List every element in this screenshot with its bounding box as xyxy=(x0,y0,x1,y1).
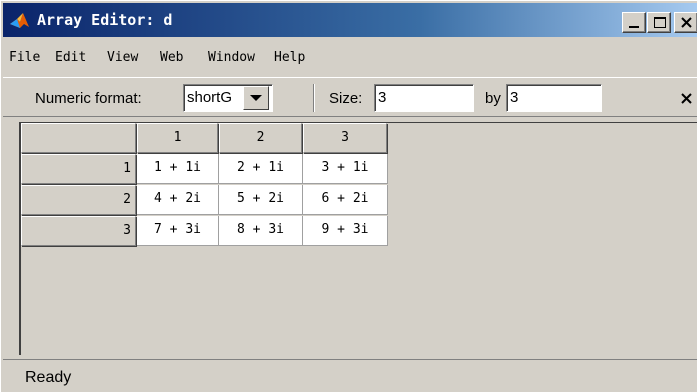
status-bar: Ready xyxy=(3,359,697,392)
matlab-logo-icon xyxy=(10,13,29,28)
menu-window[interactable]: Window xyxy=(208,48,255,68)
menu-bar: File Edit View Web Window Help xyxy=(3,39,697,75)
maximize-button[interactable] xyxy=(647,12,671,33)
menu-edit[interactable]: Edit xyxy=(55,48,86,68)
array-editor-window: Array Editor: d File Edit View Web Windo… xyxy=(0,0,697,392)
cols-field[interactable]: 3 xyxy=(506,84,602,112)
corner-header[interactable] xyxy=(21,123,136,153)
toolbar-separator xyxy=(313,84,315,112)
array-grid: 1 2 3 1 1 + 1i 2 + 1i 3 + 1i 2 4 + 2i 5 … xyxy=(19,122,697,355)
size-label: Size: xyxy=(329,90,363,107)
status-text: Ready xyxy=(25,369,72,386)
row-header[interactable]: 2 xyxy=(21,185,136,215)
window-title: Array Editor: d xyxy=(37,11,173,29)
row-header[interactable]: 3 xyxy=(21,216,136,246)
chevron-down-icon xyxy=(250,95,262,101)
toolbar: Numeric format: shortG Size: 3 by 3 xyxy=(3,77,697,117)
by-label: by xyxy=(485,90,501,107)
column-header[interactable]: 2 xyxy=(219,123,302,153)
table-cell[interactable]: 6 + 2i xyxy=(303,185,388,215)
table-cell[interactable]: 7 + 3i xyxy=(137,216,219,246)
row-header[interactable]: 1 xyxy=(21,154,136,184)
menu-view[interactable]: View xyxy=(107,48,138,68)
table-cell[interactable]: 9 + 3i xyxy=(303,216,388,246)
rows-value: 3 xyxy=(378,89,387,106)
menu-help[interactable]: Help xyxy=(274,48,305,68)
maximize-icon xyxy=(654,17,666,28)
rows-field[interactable]: 3 xyxy=(374,84,474,112)
table-cell[interactable]: 4 + 2i xyxy=(137,185,219,215)
title-bar[interactable]: Array Editor: d xyxy=(3,3,697,37)
table-cell[interactable]: 1 + 1i xyxy=(137,154,219,184)
menu-web[interactable]: Web xyxy=(160,48,183,68)
column-header[interactable]: 3 xyxy=(303,123,387,153)
numeric-format-label: Numeric format: xyxy=(35,90,142,107)
close-button[interactable] xyxy=(674,12,697,33)
table-cell[interactable]: 2 + 1i xyxy=(219,154,303,184)
column-header[interactable]: 1 xyxy=(137,123,218,153)
undock-button[interactable] xyxy=(677,88,697,108)
numeric-format-dropdown-button[interactable] xyxy=(243,86,269,110)
close-icon xyxy=(681,17,692,28)
menu-file[interactable]: File xyxy=(9,48,40,68)
table-cell[interactable]: 8 + 3i xyxy=(219,216,303,246)
table-cell[interactable]: 5 + 2i xyxy=(219,185,303,215)
table-cell[interactable]: 3 + 1i xyxy=(303,154,388,184)
close-icon xyxy=(681,93,692,104)
cols-value: 3 xyxy=(510,89,519,106)
minimize-icon xyxy=(629,26,639,28)
numeric-format-value: shortG xyxy=(187,89,233,106)
minimize-button[interactable] xyxy=(622,12,646,33)
